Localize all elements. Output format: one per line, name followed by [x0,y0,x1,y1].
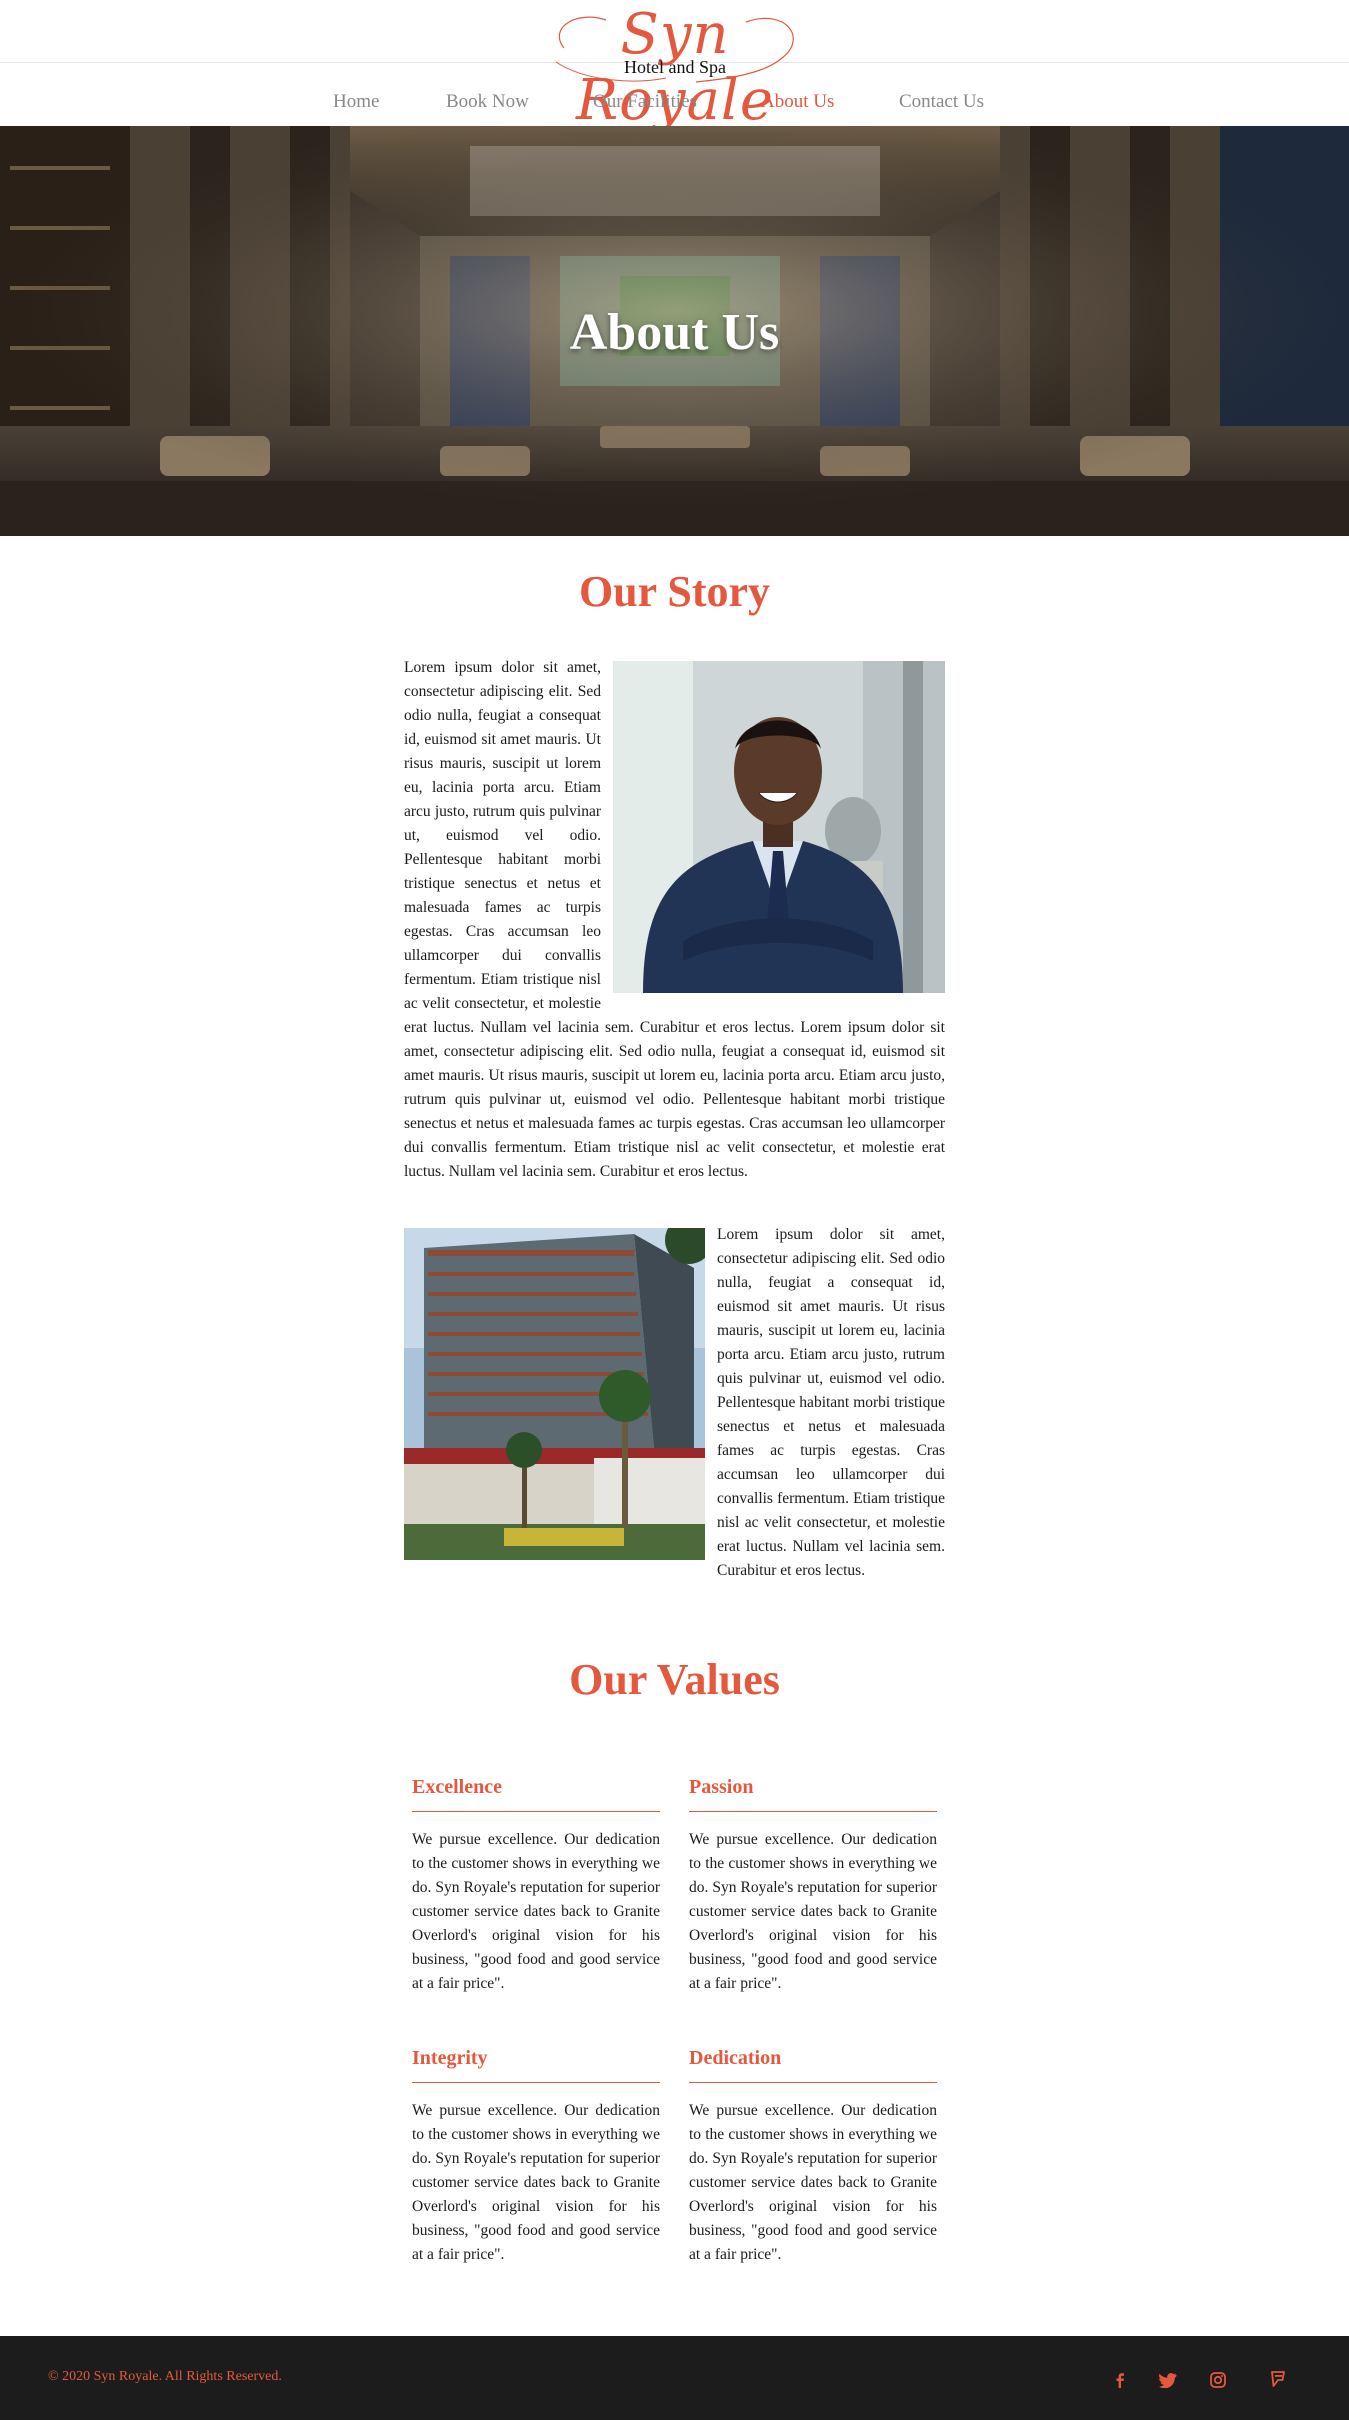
value-title: Excellence [412,1774,660,1812]
foursquare-icon[interactable] [1268,2370,1288,2390]
value-card-excellence: Excellence We pursue excellence. Our ded… [412,1774,660,1996]
story-heading: Our Story [578,567,771,616]
main-nav: Home Book Now Our Facilities About Us Co… [0,88,1349,118]
value-title: Integrity [412,2045,660,2083]
value-card-dedication: Dedication We pursue excellence. Our ded… [689,2045,937,2267]
nav-contact-us[interactable]: Contact Us [899,88,984,116]
businessman-portrait-image [613,661,945,993]
value-title: Passion [689,1774,937,1812]
copyright-text: © 2020 Syn Royale. All Rights Reserved. [48,2369,282,2384]
facebook-icon[interactable] [1110,2370,1130,2390]
hero-title: About Us [569,304,780,361]
value-card-integrity: Integrity We pursue excellence. Our dedi… [412,2045,660,2267]
value-body: We pursue excellence. Our dedication to … [689,2102,937,2263]
nav-book-now[interactable]: Book Now [446,88,529,116]
value-title: Dedication [689,2045,937,2083]
story-paragraph-2: Lorem ipsum dolor sit amet, consectetur … [717,1226,945,1579]
instagram-icon[interactable] [1208,2370,1228,2390]
value-body: We pursue excellence. Our dedication to … [412,2102,660,2263]
hero-banner: About Us [0,126,1349,536]
site-header: Syn Royale Hotel and Spa Home Book Now O… [0,0,1349,133]
value-card-passion: Passion We pursue excellence. Our dedica… [689,1774,937,1996]
values-heading: Our Values [569,1655,780,1704]
twitter-icon[interactable] [1158,2370,1178,2390]
hotel-exterior-image [404,1228,705,1560]
brand-logo[interactable]: Syn Royale Hotel and Spa [540,0,810,133]
value-body: We pursue excellence. Our dedication to … [689,1831,937,1992]
value-body: We pursue excellence. Our dedication to … [412,1831,660,1992]
brand-tagline: Hotel and Spa [624,57,726,77]
nav-home[interactable]: Home [333,88,379,116]
nav-about-us[interactable]: About Us [761,88,834,116]
story-block-2: Lorem ipsum dolor sit amet, consectetur … [404,1223,945,1583]
site-footer: © 2020 Syn Royale. All Rights Reserved. [0,2336,1349,2420]
nav-our-facilities[interactable]: Our Facilities [593,88,697,116]
story-block-1: Lorem ipsum dolor sit amet, consectetur … [404,656,945,1184]
